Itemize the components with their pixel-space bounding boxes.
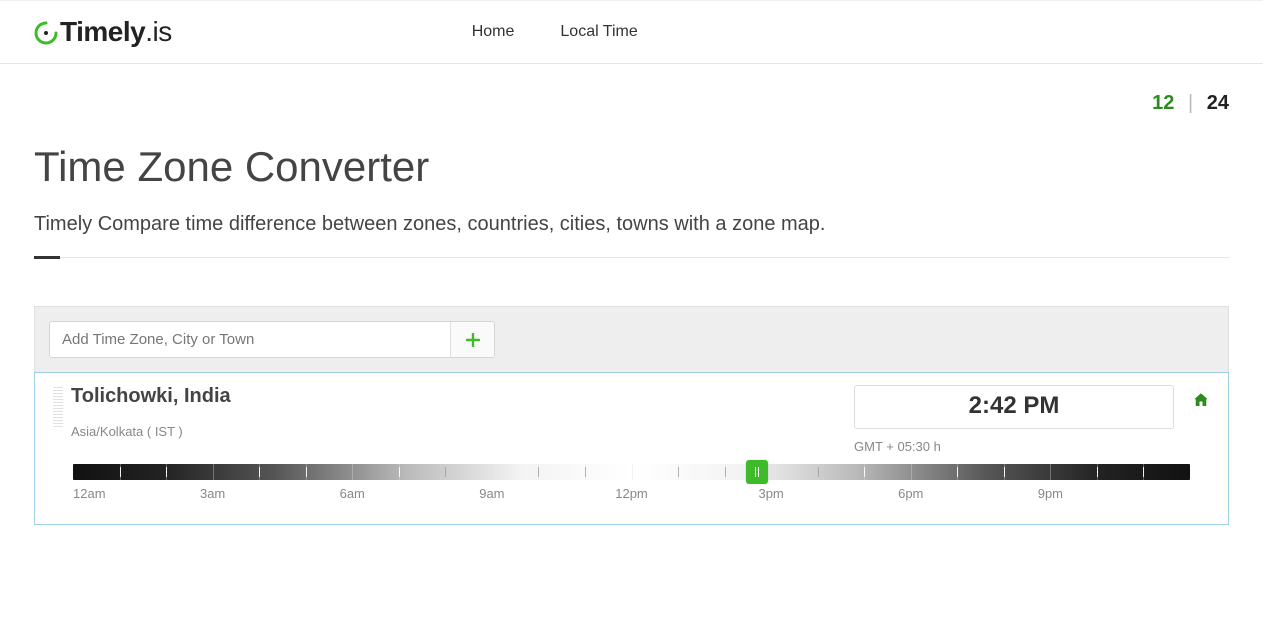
hour-label: 3pm [758,486,783,501]
top-bar: Timely.is Home Local Time [0,0,1263,64]
search-wrap [49,321,495,358]
timezone-header: Tolichowki, India Asia/Kolkata ( IST ) 2… [53,385,1210,454]
plus-icon [466,333,480,347]
slider-labels: 12am 3am 6am 9am 12pm 3pm 6pm 9pm [73,486,1190,506]
nav-local-time[interactable]: Local Time [560,23,637,41]
logo[interactable]: Timely.is [34,16,172,48]
hour-label: 6pm [898,486,923,501]
slider-handle[interactable] [746,460,768,484]
current-time: 2:42 PM [855,392,1173,420]
time-slider[interactable] [73,464,1190,480]
format-12h[interactable]: 12 [1152,92,1174,114]
timezone-right: 2:42 PM GMT + 05:30 h [854,385,1210,454]
format-separator: | [1188,92,1193,114]
add-timezone-button[interactable] [450,322,494,357]
home-icon[interactable] [1192,391,1210,414]
main-nav: Home Local Time [472,23,638,41]
slider-hourlines [73,464,1190,480]
gmt-offset: GMT + 05:30 h [854,439,1174,454]
timezone-info: Tolichowki, India Asia/Kolkata ( IST ) [71,385,231,439]
current-time-box[interactable]: 2:42 PM [854,385,1174,429]
converter-panel: Tolichowki, India Asia/Kolkata ( IST ) 2… [34,306,1229,525]
page-title: Time Zone Converter [34,143,1229,191]
search-row [35,307,1228,373]
hour-format-toggle: 12 | 24 [34,64,1229,125]
logo-icon [34,21,58,45]
hour-label: 6am [340,486,365,501]
logo-text: Timely.is [60,16,172,48]
time-slider-wrap: 12am 3am 6am 9am 12pm 3pm 6pm 9pm [53,464,1210,506]
format-24h[interactable]: 24 [1207,92,1229,114]
nav-home[interactable]: Home [472,23,515,41]
main: 12 | 24 Time Zone Converter Timely Compa… [0,64,1263,525]
location-name: Tolichowki, India [71,385,231,408]
hour-label: 9am [479,486,504,501]
timezone-name: Asia/Kolkata ( IST ) [71,424,231,439]
drag-handle[interactable] [53,387,63,427]
section-rule [34,257,1229,258]
hour-label: 9pm [1038,486,1063,501]
hour-label: 12pm [615,486,648,501]
hour-label: 3am [200,486,225,501]
timezone-card: Tolichowki, India Asia/Kolkata ( IST ) 2… [34,372,1229,525]
timezone-search-input[interactable] [50,322,450,357]
page-subtitle: Timely Compare time difference between z… [34,209,1229,239]
hour-label: 12am [73,486,106,501]
